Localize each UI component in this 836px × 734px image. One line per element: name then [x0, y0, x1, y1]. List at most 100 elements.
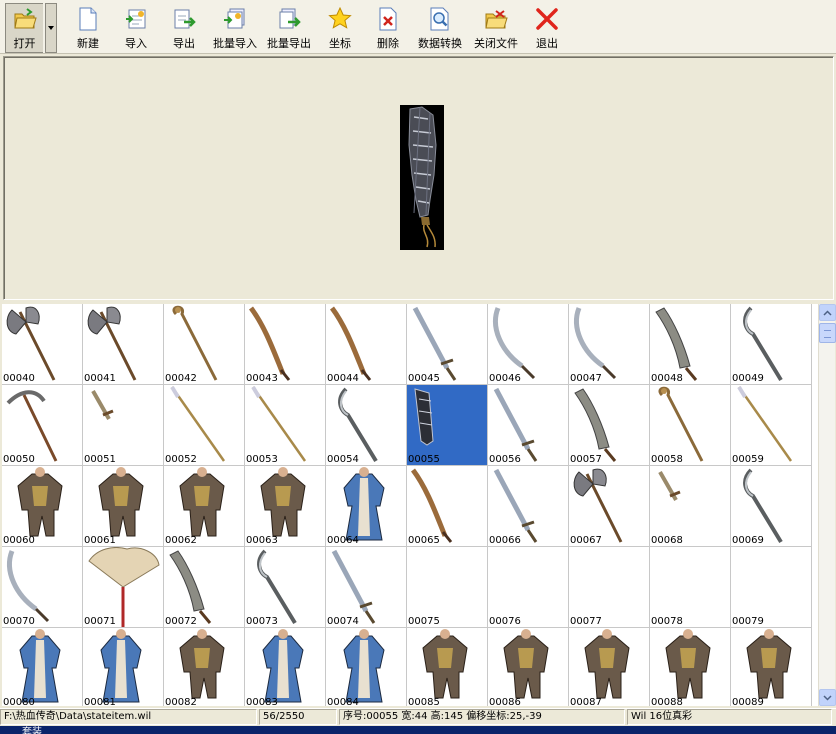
- new-button[interactable]: 新建: [65, 3, 111, 53]
- grid-cell[interactable]: 00072: [164, 547, 245, 628]
- item-thumbnail: [743, 306, 783, 382]
- grid-cell-index: 00042: [165, 373, 197, 384]
- scroll-up-button[interactable]: [819, 304, 836, 321]
- grid-cell[interactable]: 00061: [83, 466, 164, 547]
- grid-cell[interactable]: 00075: [407, 547, 488, 628]
- grid-cell[interactable]: 00048: [650, 304, 731, 385]
- grid-cell[interactable]: 00041: [83, 304, 164, 385]
- grid-cell[interactable]: 00077: [569, 547, 650, 628]
- grid-cell-index: 00061: [84, 535, 116, 546]
- grid-cell[interactable]: 00045: [407, 304, 488, 385]
- grid-cell[interactable]: 00070: [2, 547, 83, 628]
- exit-button[interactable]: 退出: [525, 3, 569, 53]
- item-thumbnail: [493, 387, 538, 462]
- grid-cell[interactable]: 00062: [164, 466, 245, 547]
- grid-cell-index: 00086: [489, 697, 521, 706]
- convert-button[interactable]: 数据转换: [413, 3, 467, 53]
- grid-cell[interactable]: 00047: [569, 304, 650, 385]
- item-thumbnail: [658, 471, 681, 501]
- item-thumbnail: [248, 306, 291, 381]
- grid-cell-index: 00073: [246, 616, 278, 627]
- import-button[interactable]: 导入: [113, 3, 159, 53]
- grid-cell[interactable]: 00042: [164, 304, 245, 385]
- grid-cell[interactable]: 00083: [245, 628, 326, 706]
- item-thumbnail: [574, 307, 617, 380]
- item-thumbnail: [7, 550, 50, 623]
- grid-cell[interactable]: 00078: [650, 547, 731, 628]
- scroll-down-button[interactable]: [819, 689, 836, 706]
- grid-cell[interactable]: 00050: [2, 385, 83, 466]
- status-file-path: F:\热血传奇\Data\stateitem.wil: [0, 709, 257, 725]
- grid-cell-index: 00072: [165, 616, 197, 627]
- grid-cell-index: 00075: [408, 616, 440, 627]
- grid-cell[interactable]: 00082: [164, 628, 245, 706]
- grid-cell[interactable]: 00071: [83, 547, 164, 628]
- grid-cell[interactable]: 00087: [569, 628, 650, 706]
- taskbar-strip: 套装: [0, 726, 836, 734]
- grid-cell[interactable]: 00063: [245, 466, 326, 547]
- grid-cell[interactable]: 00064: [326, 466, 407, 547]
- open-dropdown-button[interactable]: [45, 3, 57, 53]
- delete-file-icon: [375, 6, 401, 32]
- grid-cell[interactable]: 00053: [245, 385, 326, 466]
- status-format: Wil 16位真彩: [627, 709, 832, 725]
- grid-cell[interactable]: 00088: [650, 628, 731, 706]
- grid-cell[interactable]: 00046: [488, 304, 569, 385]
- close-file-button[interactable]: 关闭文件: [469, 3, 523, 53]
- export-button[interactable]: 导出: [161, 3, 207, 53]
- image-preview-panel: [3, 56, 834, 300]
- vertical-scrollbar[interactable]: [818, 304, 836, 706]
- item-thumbnail: [737, 385, 793, 462]
- grid-cell[interactable]: 00079: [731, 547, 812, 628]
- grid-cell[interactable]: 00054: [326, 385, 407, 466]
- grid-cell[interactable]: 00081: [83, 628, 164, 706]
- grid-cell[interactable]: 00067: [569, 466, 650, 547]
- grid-cell[interactable]: 00084: [326, 628, 407, 706]
- coord-button[interactable]: 坐标: [317, 3, 363, 53]
- grid-cell[interactable]: 00073: [245, 547, 326, 628]
- taskbar-text: 套装: [22, 727, 42, 734]
- grid-cell-index: 00060: [3, 535, 35, 546]
- grid-cell[interactable]: 00080: [2, 628, 83, 706]
- grid-cell[interactable]: 00049: [731, 304, 812, 385]
- image-grid[interactable]: 00040 00041 00042 00043 00044 00045 00046 00047…: [2, 304, 818, 706]
- grid-cell-index: 00052: [165, 454, 197, 465]
- grid-cell[interactable]: 00058: [650, 385, 731, 466]
- grid-cell[interactable]: 00051: [83, 385, 164, 466]
- grid-cell[interactable]: 00074: [326, 547, 407, 628]
- grid-cell[interactable]: 00089: [731, 628, 812, 706]
- grid-cell-index: 00044: [327, 373, 359, 384]
- grid-cell[interactable]: 00052: [164, 385, 245, 466]
- grid-cell[interactable]: 00065: [407, 466, 488, 547]
- grid-cell[interactable]: 00059: [731, 385, 812, 466]
- new-file-icon: [75, 6, 101, 32]
- grid-cell[interactable]: 00069: [731, 466, 812, 547]
- item-thumbnail: [655, 307, 698, 381]
- grid-cell[interactable]: 00056: [488, 385, 569, 466]
- convert-label: 数据转换: [418, 37, 462, 50]
- batch-export-icon: [276, 6, 302, 32]
- exit-label: 退出: [536, 37, 558, 50]
- grid-cell[interactable]: 00060: [2, 466, 83, 547]
- close-icon: [534, 6, 560, 32]
- grid-cell[interactable]: 00057: [569, 385, 650, 466]
- delete-label: 删除: [377, 37, 399, 50]
- grid-cell[interactable]: 00076: [488, 547, 569, 628]
- item-thumbnail: [17, 467, 63, 537]
- grid-cell-index: 00051: [84, 454, 116, 465]
- grid-cell[interactable]: 00066: [488, 466, 569, 547]
- grid-cell[interactable]: 00043: [245, 304, 326, 385]
- chevron-down-icon: [48, 26, 54, 30]
- batch-import-button[interactable]: 批量导入: [209, 3, 261, 53]
- scroll-thumb[interactable]: [819, 323, 836, 343]
- grid-cell[interactable]: 00040: [2, 304, 83, 385]
- batch-export-button[interactable]: 批量导出: [263, 3, 315, 53]
- grid-cell[interactable]: 00085: [407, 628, 488, 706]
- grid-cell[interactable]: 00055: [407, 385, 488, 466]
- delete-button[interactable]: 删除: [365, 3, 411, 53]
- open-button[interactable]: 打开: [5, 3, 43, 53]
- grid-cell[interactable]: 00068: [650, 466, 731, 547]
- grid-cell-index: 00045: [408, 373, 440, 384]
- grid-cell[interactable]: 00086: [488, 628, 569, 706]
- grid-cell[interactable]: 00044: [326, 304, 407, 385]
